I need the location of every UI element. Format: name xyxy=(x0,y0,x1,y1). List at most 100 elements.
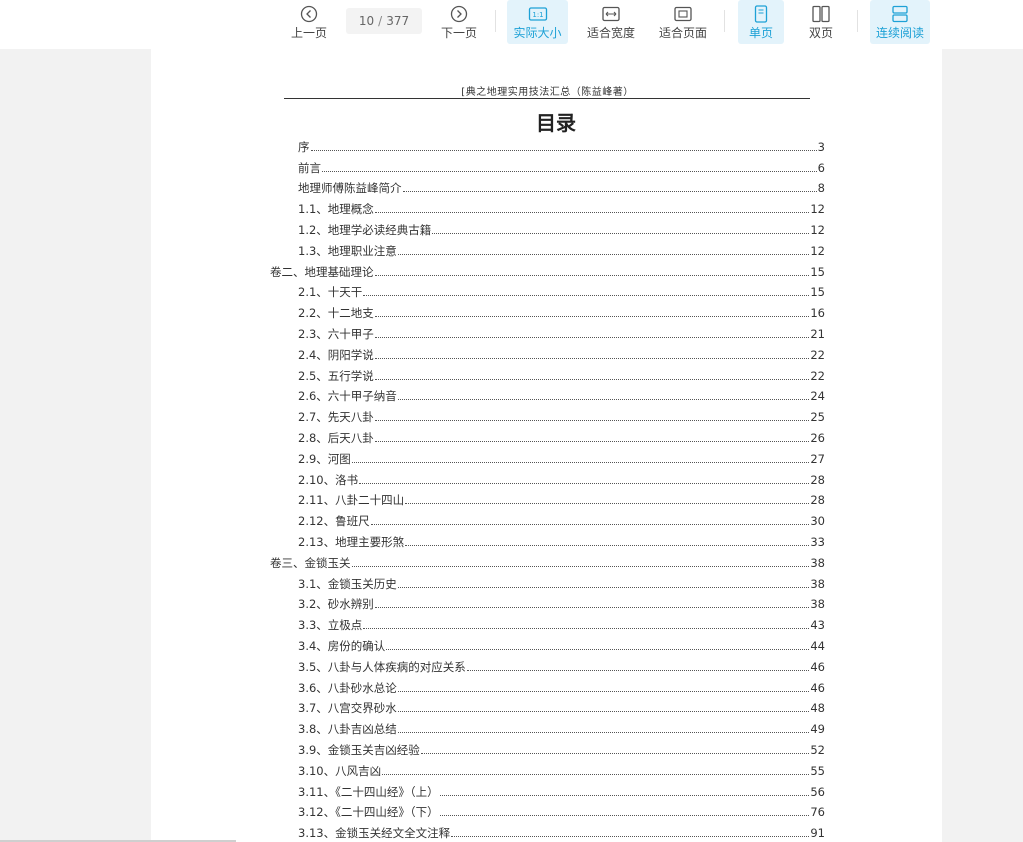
toc-entry-page: 52 xyxy=(810,742,825,757)
toc-entry[interactable]: 2.3、六十甲子 21 xyxy=(298,320,825,341)
toc-entry-page: 26 xyxy=(810,430,825,445)
toc-entry-page: 49 xyxy=(810,722,825,737)
toc-entry-page: 91 xyxy=(810,826,825,841)
running-header: [典之地理实用技法汇总（陈益峰著） xyxy=(461,87,634,98)
continuous-scroll-icon xyxy=(890,4,910,24)
current-page-number[interactable]: 10 xyxy=(359,14,374,28)
toc-entry[interactable]: 2.1、十天干 15 xyxy=(298,279,825,300)
fit-page-label: 适合页面 xyxy=(658,26,707,40)
toc-entry[interactable]: 3.8、八卦吉凶总结 49 xyxy=(298,715,825,736)
toc-entry[interactable]: 2.6、六十甲子纳音 24 xyxy=(298,383,825,404)
toc-entry-title: 3.4、房份的确认 xyxy=(298,638,386,653)
toc-dot-leader xyxy=(322,170,817,172)
toc-entry[interactable]: 地理师傅陈益峰简介 8 xyxy=(298,175,825,196)
toc-entry-title: 3.11、《二十四山经》（上） xyxy=(298,784,439,799)
toc-entry[interactable]: 1.2、地理学必读经典古籍 12 xyxy=(298,216,825,237)
toc-entry[interactable]: 2.5、五行学说 22 xyxy=(298,362,825,383)
toc-entry[interactable]: 3.4、房份的确认 44 xyxy=(298,632,825,653)
toc-entry-page: 46 xyxy=(810,680,825,695)
fit-page-icon xyxy=(673,4,693,24)
toc-entry-page: 12 xyxy=(810,222,825,237)
fit-width-icon xyxy=(601,4,621,24)
toc-entry[interactable]: 2.4、阴阳学说 22 xyxy=(298,341,825,362)
toc-dot-leader xyxy=(405,503,810,505)
toc-entry[interactable]: 2.8、后天八卦 26 xyxy=(298,424,825,445)
fit-page-button[interactable]: 适合页面 xyxy=(653,0,713,44)
toc-entry[interactable]: 3.6、八卦砂水总论 46 xyxy=(298,674,825,695)
toc-entry-title: 2.1、十天干 xyxy=(298,285,363,300)
fit-width-button[interactable]: 适合宽度 xyxy=(581,0,641,44)
toc-entry-page: 56 xyxy=(810,784,825,799)
toc-entry[interactable]: 2.2、十二地支 16 xyxy=(298,299,825,320)
toolbar-divider xyxy=(495,10,496,32)
page-number-indicator[interactable]: 10 / 377 xyxy=(346,8,422,34)
toc-entry-page: 43 xyxy=(810,618,825,633)
actual-size-button[interactable]: 1:1 实际大小 xyxy=(507,0,568,44)
toc-entry[interactable]: 卷三、金锁玉关 38 xyxy=(270,549,825,570)
continuous-reading-button[interactable]: 连续阅读 xyxy=(870,0,930,44)
toc-entry-page: 25 xyxy=(810,410,825,425)
prev-page-button[interactable]: 上一页 xyxy=(284,0,334,44)
toc-entry[interactable]: 2.7、先天八卦 25 xyxy=(298,403,825,424)
toc-entry-title: 1.2、地理学必读经典古籍 xyxy=(298,222,432,237)
toc-entry[interactable]: 3.13、金锁玉关经文全文注释 91 xyxy=(298,819,825,840)
toc-entry-title: 前言 xyxy=(298,160,321,175)
next-page-button[interactable]: 下一页 xyxy=(434,0,484,44)
toc-dot-leader xyxy=(363,628,810,630)
toc-dot-leader xyxy=(374,378,810,380)
toc-entry-page: 38 xyxy=(810,555,825,570)
toc-entry[interactable]: 3.2、砂水辨别 38 xyxy=(298,591,825,611)
toc-entry[interactable]: 3.7、八宫交界砂水 48 xyxy=(298,695,825,715)
toc-entry-title: 卷三、金锁玉关 xyxy=(270,555,351,570)
toc-entry-title: 地理师傅陈益峰简介 xyxy=(298,181,402,196)
toc-entry-page: 30 xyxy=(810,514,825,529)
document-viewer[interactable]: [典之地理实用技法汇总（陈益峰著） 目录 序 3 前言 6 地理师傅陈益峰简介 8 1.1、… xyxy=(0,49,1023,842)
toc-entry[interactable]: 3.9、金锁玉关吉凶经验 52 xyxy=(298,736,825,757)
toc-dot-leader xyxy=(420,752,810,754)
toc-entry[interactable]: 2.9、河图 27 xyxy=(298,445,825,466)
toc-entry[interactable]: 2.10、洛书 28 xyxy=(298,466,825,487)
toc-dot-leader xyxy=(374,357,810,359)
double-page-button[interactable]: 双页 xyxy=(797,0,845,44)
toc-entry[interactable]: 3.11、《二十四山经》（上） 56 xyxy=(298,778,825,799)
double-page-label: 双页 xyxy=(808,26,833,40)
toc-entry[interactable]: 2.13、地理主要形煞 33 xyxy=(298,528,825,549)
toc-entry-title: 3.1、金锁玉关历史 xyxy=(298,576,397,591)
toc-entry[interactable]: 3.1、金锁玉关历史 38 xyxy=(298,570,825,591)
toc-entry[interactable]: 1.3、地理职业注意 12 xyxy=(298,237,825,258)
toc-entry[interactable]: 3.3、立极点 43 xyxy=(298,611,825,632)
toc-entry[interactable]: 3.10、八风吉凶 55 xyxy=(298,757,825,778)
toc-dot-leader xyxy=(374,212,810,214)
toc-entry-title: 2.7、先天八卦 xyxy=(298,410,374,425)
toc-entry-title: 卷二、地理基础理论 xyxy=(270,264,374,279)
toc-entry-title: 3.12、《二十四山经》（下） xyxy=(298,805,439,820)
toc-entry[interactable]: 序3 xyxy=(298,133,825,154)
toc-entry[interactable]: 3.12、《二十四山经》（下） 76 xyxy=(298,799,825,820)
toc-entry[interactable]: 前言 6 xyxy=(298,154,825,175)
fit-width-label: 适合宽度 xyxy=(586,26,635,40)
toolbar-divider xyxy=(857,10,858,32)
toc-dot-leader xyxy=(397,399,810,401)
toc-dot-leader xyxy=(451,836,810,838)
single-page-label: 单页 xyxy=(748,26,773,40)
total-pages: 377 xyxy=(386,14,410,28)
toc-entry-title: 2.4、阴阳学说 xyxy=(298,347,374,362)
toc-entry[interactable]: 3.5、八卦与人体疾病的对应关系 46 xyxy=(298,653,825,674)
single-page-button[interactable]: 单页 xyxy=(738,0,784,44)
toc-entry[interactable]: 2.11、八卦二十四山 28 xyxy=(298,487,825,507)
page-separator: / xyxy=(378,14,383,28)
toc-entry-title: 3.10、八风吉凶 xyxy=(298,763,382,778)
single-page-icon xyxy=(751,4,771,24)
toc-entry-title: 1.3、地理职业注意 xyxy=(298,243,397,258)
toc-entry-page: 38 xyxy=(810,576,825,591)
toc-entry-title: 3.9、金锁玉关吉凶经验 xyxy=(298,742,420,757)
toc-entry[interactable]: 2.12、鲁班尺 30 xyxy=(298,507,825,528)
next-page-label: 下一页 xyxy=(440,26,477,40)
toc-entry-title: 2.5、五行学说 xyxy=(298,368,374,383)
toc-entry-title: 2.6、六十甲子纳音 xyxy=(298,389,397,404)
toc-dot-leader xyxy=(397,690,810,692)
toc-entry[interactable]: 1.1、地理概念 12 xyxy=(298,195,825,216)
toc-dot-leader xyxy=(310,149,817,151)
toc-entry[interactable]: 卷二、地理基础理论 15 xyxy=(270,258,825,279)
toc-entry-title: 2.9、河图 xyxy=(298,451,351,466)
